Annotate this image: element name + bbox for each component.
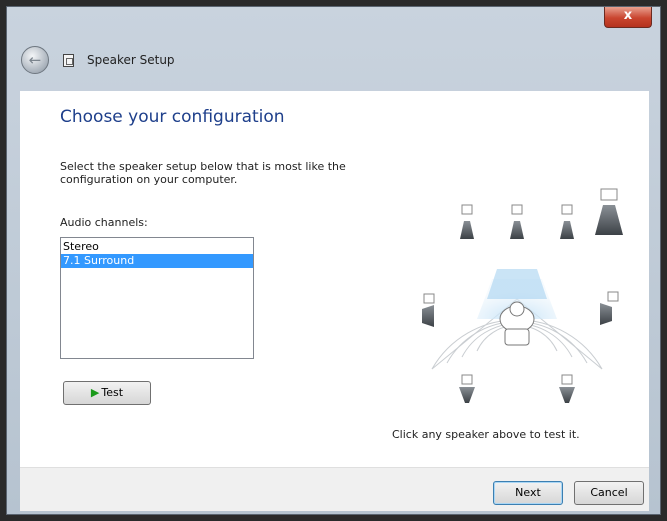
play-icon: ▶ — [90, 386, 100, 399]
speaker-rear-right[interactable] — [559, 374, 575, 403]
dialog-footer: Next Cancel — [20, 467, 649, 511]
speaker-diagram — [422, 188, 623, 403]
close-button[interactable]: x — [604, 7, 652, 28]
next-button[interactable]: Next — [493, 481, 563, 505]
sound-field-center — [487, 269, 547, 299]
speaker-front-right[interactable] — [560, 204, 574, 239]
test-button[interactable]: ▶ Test — [63, 381, 151, 405]
hint-text: Click any speaker above to test it. — [392, 428, 580, 441]
list-item-stereo[interactable]: Stereo — [61, 240, 253, 254]
speaker-side-right[interactable] — [600, 291, 619, 325]
title-bar: ← Speaker Setup — [7, 29, 660, 91]
speaker-setup-window: x ← Speaker Setup Choose your configurat… — [6, 6, 661, 515]
instructions-text: Select the speaker setup below that is m… — [60, 160, 346, 186]
speaker-side-left[interactable] — [422, 293, 435, 327]
page-title: Choose your configuration — [60, 107, 285, 127]
cancel-button[interactable]: Cancel — [574, 481, 644, 505]
speaker-center[interactable] — [510, 204, 524, 239]
back-arrow-icon[interactable]: ← — [21, 46, 49, 74]
content-panel: Choose your configuration Select the spe… — [20, 91, 649, 467]
list-item-7-1-surround[interactable]: 7.1 Surround — [61, 254, 253, 268]
test-button-label: Test — [101, 386, 124, 399]
speaker-front-left[interactable] — [460, 204, 474, 239]
audio-channels-label: Audio channels: — [60, 216, 148, 229]
speaker-rear-left[interactable] — [459, 374, 475, 403]
speaker-subwoofer[interactable] — [595, 188, 623, 235]
audio-channels-listbox[interactable]: Stereo 7.1 Surround — [60, 237, 254, 359]
speaker-setup-icon — [63, 54, 74, 67]
window-title: Speaker Setup — [87, 53, 175, 67]
